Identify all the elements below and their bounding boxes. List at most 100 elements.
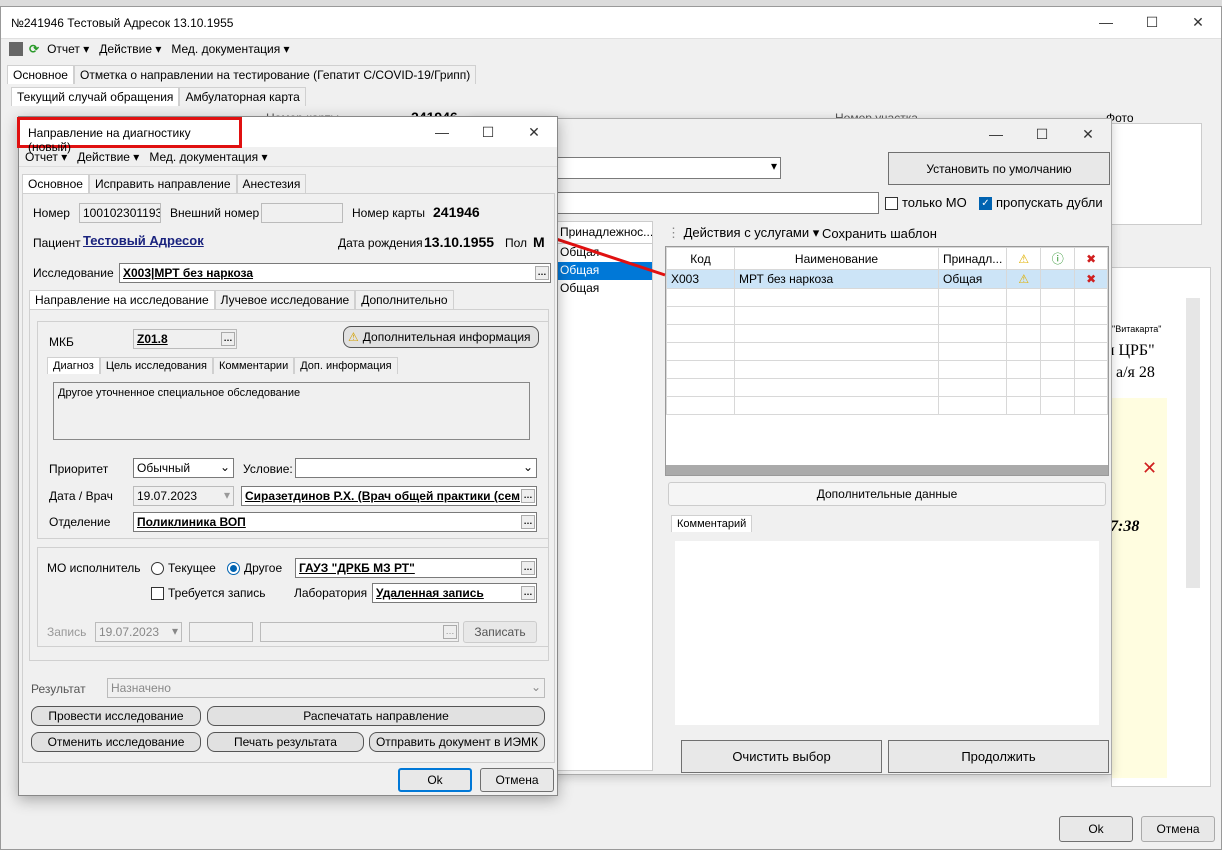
svc-minimize-icon[interactable]: — — [973, 119, 1019, 149]
skip-dup-checkbox[interactable]: ✓ пропускать дубли — [979, 195, 1103, 211]
radio-other[interactable] — [227, 562, 240, 576]
tab-anesthesia[interactable]: Анестезия — [236, 174, 307, 193]
set-default-button[interactable]: Установить по умолчанию — [888, 152, 1110, 185]
print-result-button[interactable]: Печать результата — [207, 732, 364, 752]
actions-menu-label[interactable]: Действия с услугами ▾ — [684, 225, 820, 240]
menu-med-docs[interactable]: Мед. документация ▾ — [171, 42, 289, 56]
extra-info-button[interactable]: ⚠ Дополнительная информация — [343, 326, 539, 348]
continue-button[interactable]: Продолжить — [888, 740, 1109, 773]
doctor-browse-icon[interactable]: … — [521, 489, 535, 503]
menu-action[interactable]: Действие ▾ — [99, 42, 161, 56]
col-owner[interactable]: Принадл... — [937, 247, 1008, 270]
doctor-field[interactable]: Сиразетдинов Р.Х. (Врач общей практики (… — [241, 486, 537, 506]
tab-study-goal[interactable]: Цель исследования — [99, 357, 213, 374]
maximize-icon[interactable]: ☐ — [1129, 7, 1175, 37]
lab-field[interactable]: Удаленная запись… — [372, 583, 537, 603]
dept-field[interactable]: Поликлиника ВОП… — [133, 512, 537, 532]
tab-outpatient-card[interactable]: Амбулаторная карта — [179, 87, 306, 106]
rec-browse-icon[interactable]: … — [443, 625, 457, 639]
mo-current-radio[interactable]: Текущее — [151, 561, 216, 576]
left-row[interactable]: Общая — [558, 280, 652, 298]
row-delete-icon[interactable]: ✖ — [1086, 272, 1096, 286]
tab-comments[interactable]: Комментарии — [212, 357, 295, 374]
tab-testing-mark[interactable]: Отметка о направлении на тестирование (Г… — [73, 65, 477, 84]
tab-add-info[interactable]: Доп. информация — [294, 357, 398, 374]
left-row[interactable]: Общая — [558, 244, 652, 262]
dlg-maximize-icon[interactable]: ☐ — [465, 117, 511, 147]
col-delete[interactable]: ✖ — [1074, 247, 1108, 270]
rec-slot-field[interactable]: … — [260, 622, 459, 642]
dept-browse-icon[interactable]: … — [521, 515, 535, 529]
rec-time-field[interactable] — [189, 622, 253, 642]
only-mo-check[interactable] — [885, 197, 898, 211]
save-icon[interactable] — [9, 42, 23, 56]
col-name[interactable]: Наименование — [734, 247, 939, 270]
grid-hscrollbar[interactable] — [666, 465, 1108, 475]
tab-fix-direction[interactable]: Исправить направление — [88, 174, 237, 193]
bg-scrollbar[interactable] — [1186, 298, 1200, 588]
col-code[interactable]: Код — [666, 247, 735, 270]
radio-current[interactable] — [151, 562, 164, 576]
run-study-button[interactable]: Провести исследование — [31, 706, 201, 726]
cancel-study-button[interactable]: Отменить исследование — [31, 732, 201, 752]
dlg-minimize-icon[interactable]: — — [419, 117, 465, 147]
row-warning-icon[interactable]: ⚠ — [1018, 272, 1029, 286]
mo-other-radio[interactable]: Другое — [227, 561, 282, 576]
condition-select[interactable]: ⌄ — [295, 458, 537, 478]
dlg-close-icon[interactable]: ✕ — [511, 117, 557, 147]
tab-extra[interactable]: Дополнительно — [355, 290, 454, 309]
svc-filter-select[interactable]: ▾ — [557, 157, 781, 179]
need-rec-checkbox[interactable]: Требуется запись — [151, 586, 265, 601]
patient-link[interactable]: Тестовый Адресок — [83, 233, 204, 248]
study-field[interactable]: X003|МРТ без наркоза… — [119, 263, 551, 283]
tab-ray[interactable]: Лучевое исследование — [214, 290, 356, 309]
dlg-menu-action[interactable]: Действие ▾ — [77, 150, 139, 164]
svc-close-icon[interactable]: ✕ — [1065, 119, 1111, 149]
svc-actions-menu[interactable]: ⋮ Действия с услугами ▾ — [667, 225, 819, 241]
browse-icon[interactable]: … — [535, 266, 549, 280]
record-button[interactable]: Записать — [463, 621, 537, 643]
rec-date-field[interactable]: 19.07.2023 ▾ — [95, 622, 182, 642]
tab-comment[interactable]: Комментарий — [671, 515, 753, 532]
dlg-menu-report[interactable]: Отчет ▾ — [25, 150, 67, 164]
dialog-cancel-button[interactable]: Отмена — [480, 768, 554, 792]
main-cancel-button[interactable]: Отмена — [1141, 816, 1215, 842]
col-info[interactable]: ⓘ — [1040, 247, 1076, 270]
refresh-icon[interactable]: ⟳ — [29, 42, 39, 56]
tab-diagnosis[interactable]: Диагноз — [47, 357, 100, 374]
print-direction-button[interactable]: Распечатать направление — [207, 706, 545, 726]
menu-report[interactable]: Отчет ▾ — [47, 42, 89, 56]
skip-dup-check[interactable]: ✓ — [979, 197, 992, 211]
left-col-header[interactable]: Принадлежнос... — [558, 222, 652, 244]
tab-current-case[interactable]: Текущий случай обращения — [11, 87, 180, 106]
extra-data-button[interactable]: Дополнительные данные — [668, 482, 1106, 506]
col-warning[interactable]: ⚠ — [1006, 247, 1042, 270]
minimize-icon[interactable]: — — [1083, 7, 1129, 37]
close-icon[interactable]: ✕ — [1175, 7, 1221, 37]
comment-area[interactable] — [675, 541, 1099, 725]
only-mo-checkbox[interactable]: только МО — [885, 195, 967, 211]
send-iemk-button[interactable]: Отправить документ в ИЭМК — [369, 732, 545, 752]
tab-direction[interactable]: Направление на исследование — [29, 290, 215, 309]
tab-dlg-main[interactable]: Основное — [22, 174, 89, 193]
mo-browse-icon[interactable]: … — [521, 561, 535, 575]
svc-search-input[interactable] — [557, 192, 879, 214]
save-template-button[interactable]: Сохранить шаблон — [822, 226, 937, 241]
tab-main[interactable]: Основное — [7, 65, 74, 84]
dialog-ok-button[interactable]: Ok — [398, 768, 472, 792]
date-field[interactable]: 19.07.2023 ▾ — [133, 486, 234, 506]
left-row-selected[interactable]: Общая — [558, 262, 652, 280]
svc-maximize-icon[interactable]: ☐ — [1019, 119, 1065, 149]
table-row[interactable]: X003 МРТ без наркоза Общая ⚠ ✖ — [666, 269, 1108, 289]
priority-select[interactable]: Обычный ⌄ — [133, 458, 234, 478]
result-select[interactable]: Назначено ⌄ — [107, 678, 545, 698]
mkb-field[interactable]: Z01.8… — [133, 329, 237, 349]
mo-field[interactable]: ГАУЗ "ДРКБ МЗ РТ"… — [295, 558, 537, 578]
clear-selection-button[interactable]: Очистить выбор — [681, 740, 882, 773]
dlg-menu-med-docs[interactable]: Мед. документация ▾ — [149, 150, 267, 164]
lab-browse-icon[interactable]: … — [521, 586, 535, 600]
need-rec-check[interactable] — [151, 587, 164, 601]
mkb-browse-icon[interactable]: … — [221, 332, 235, 346]
num-field[interactable]: 100102301193 — [79, 203, 161, 223]
diagnosis-text[interactable]: Другое уточненное специальное обследован… — [53, 382, 530, 440]
